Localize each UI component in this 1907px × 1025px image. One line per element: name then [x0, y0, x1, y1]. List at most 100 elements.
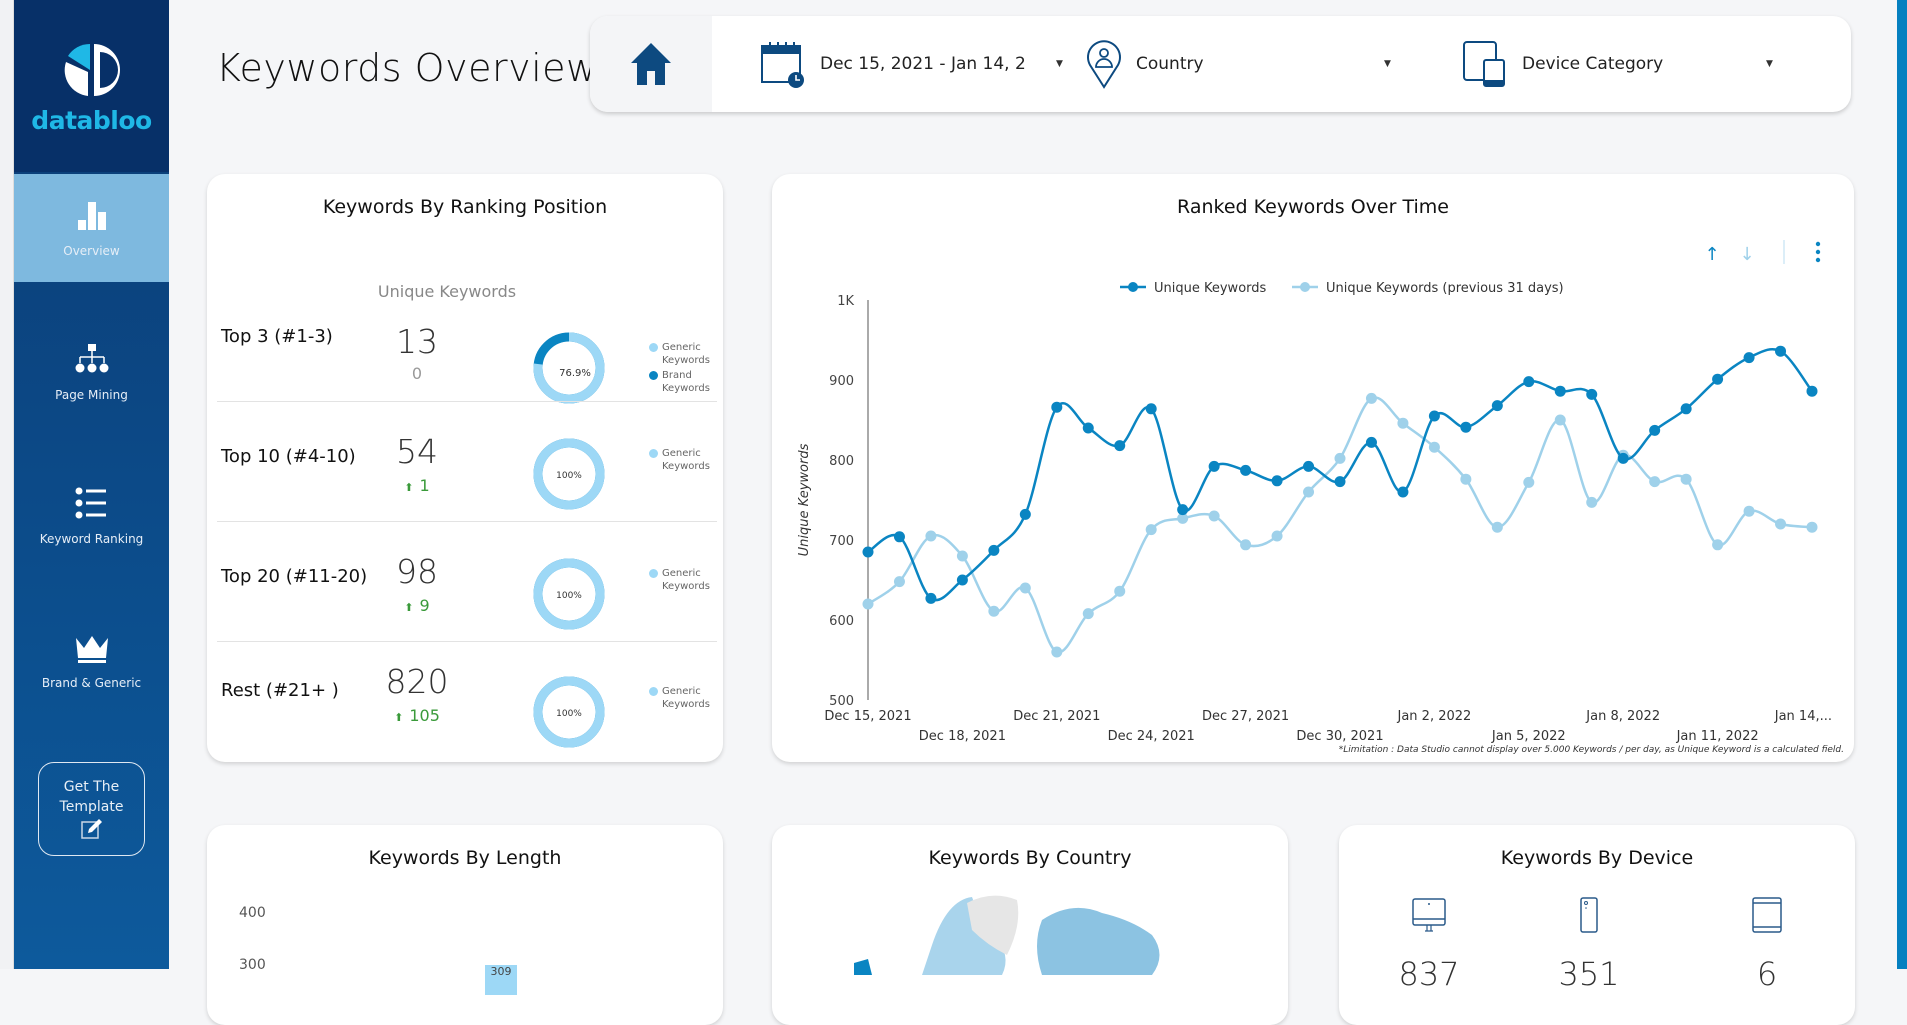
data-point[interactable] [1019, 582, 1031, 594]
device-mobile[interactable]: 351 [1539, 897, 1639, 993]
data-point[interactable] [1649, 476, 1661, 488]
data-point[interactable] [1177, 504, 1189, 516]
data-point[interactable] [1208, 460, 1220, 472]
data-point[interactable] [1743, 505, 1755, 517]
data-point[interactable] [1428, 410, 1440, 422]
home-button[interactable] [590, 16, 712, 112]
legend-item: Brand Keywords [649, 370, 722, 395]
data-point[interactable] [1491, 400, 1503, 412]
date-range-filter[interactable]: Dec 15, 2021 - Jan 14, 2022 ▼ [712, 16, 1082, 112]
generic-brand-donut[interactable]: 100% [529, 434, 609, 514]
map-region-highlight[interactable] [854, 959, 872, 975]
more-vert-icon[interactable] [1815, 249, 1821, 255]
sidebar-item-overview[interactable]: Overview [14, 174, 169, 282]
data-point[interactable] [1082, 608, 1094, 620]
ranking-row[interactable]: Rest (#21+ ) 820 ⬆ 105 100% Generic Keywo… [217, 632, 717, 750]
data-point[interactable] [1554, 414, 1566, 426]
generic-brand-donut[interactable]: 76.9% [529, 328, 609, 408]
sidebar-item-page-mining[interactable]: Page Mining [14, 318, 169, 426]
data-point[interactable] [1680, 403, 1692, 415]
series-line-previous[interactable] [867, 396, 1813, 654]
data-point[interactable] [925, 530, 937, 542]
data-point[interactable] [1365, 436, 1377, 448]
data-point[interactable] [1775, 518, 1787, 530]
data-point[interactable] [1334, 452, 1346, 464]
world-map[interactable] [772, 825, 1288, 1025]
data-point[interactable] [1271, 475, 1283, 487]
legend-label[interactable]: Unique Keywords (previous 31 days) [1326, 281, 1564, 296]
legend-label[interactable]: Unique Keywords [1154, 281, 1267, 296]
data-point[interactable] [893, 531, 905, 543]
data-point[interactable] [1491, 521, 1503, 533]
sidebar-item-keyword-ranking[interactable]: Keyword Ranking [14, 462, 169, 570]
data-point[interactable] [1806, 521, 1818, 533]
data-point[interactable] [925, 592, 937, 604]
data-point[interactable] [1114, 585, 1126, 597]
generic-brand-donut[interactable]: 100% [529, 554, 609, 634]
data-point[interactable] [1334, 476, 1346, 488]
data-point[interactable] [1208, 510, 1220, 522]
device-category-filter[interactable]: Device Category ▼ [1462, 16, 1842, 112]
data-point[interactable] [988, 605, 1000, 617]
ranking-row[interactable]: Top 3 (#1-3) 13 0 76.9% Generic Keywords… [217, 284, 717, 404]
data-point[interactable] [1554, 385, 1566, 397]
data-point[interactable] [893, 576, 905, 588]
right-scrollbar[interactable] [1897, 0, 1907, 969]
country-filter[interactable]: Country ▼ [1082, 16, 1462, 112]
data-point[interactable] [1240, 539, 1252, 551]
bar[interactable]: 309 [485, 965, 517, 995]
device-desktop[interactable]: 837 [1379, 897, 1479, 993]
ranking-row[interactable]: Top 10 (#4-10) 54 ⬆ 1 100% Generic Keywor… [217, 404, 717, 522]
data-point[interactable] [1397, 486, 1409, 498]
more-vert-icon[interactable] [1815, 241, 1821, 247]
data-point[interactable] [1019, 508, 1031, 520]
data-point[interactable] [956, 574, 968, 586]
data-point[interactable] [1082, 422, 1094, 434]
data-point[interactable] [1806, 385, 1818, 397]
sidebar-item-brand-generic[interactable]: Brand & Generic [14, 606, 169, 714]
data-point[interactable] [1145, 524, 1157, 536]
chevron-down-icon: ▼ [1766, 59, 1773, 69]
data-point[interactable] [1051, 401, 1063, 413]
data-point[interactable] [1397, 417, 1409, 429]
data-point[interactable] [1712, 373, 1724, 385]
map-region-eurasia[interactable] [1037, 907, 1160, 975]
data-point[interactable] [862, 546, 874, 558]
data-point[interactable] [1240, 464, 1252, 476]
data-point[interactable] [1303, 486, 1315, 498]
data-point[interactable] [1271, 530, 1283, 542]
device-tablet[interactable]: 6 [1717, 897, 1817, 993]
data-point[interactable] [1523, 376, 1535, 388]
data-point[interactable] [1460, 421, 1472, 433]
data-point[interactable] [1114, 440, 1126, 452]
data-point[interactable] [1051, 646, 1063, 658]
generic-brand-donut[interactable]: 100% [529, 672, 609, 752]
arrow-up-icon[interactable]: ↑ [1704, 244, 1719, 265]
get-template-button[interactable]: Get The Template [38, 762, 145, 856]
data-point[interactable] [1586, 496, 1598, 508]
more-vert-icon[interactable] [1815, 257, 1821, 263]
legend-label: Generic Keywords [662, 568, 710, 592]
data-point[interactable] [862, 598, 874, 610]
arrow-down-icon[interactable]: ↓ [1739, 244, 1754, 265]
series-line-current[interactable] [867, 347, 1814, 602]
logo[interactable]: databloo [14, 0, 169, 172]
data-point[interactable] [1428, 441, 1440, 453]
data-point[interactable] [1649, 424, 1661, 436]
data-point[interactable] [1145, 403, 1157, 415]
data-point[interactable] [1680, 473, 1692, 485]
data-point[interactable] [1365, 392, 1377, 404]
data-point[interactable] [956, 550, 968, 562]
data-point[interactable] [988, 544, 1000, 556]
card-title: Keywords By Device [1500, 847, 1694, 869]
data-point[interactable] [1775, 345, 1787, 357]
data-point[interactable] [1617, 452, 1629, 464]
data-point[interactable] [1743, 352, 1755, 364]
data-point[interactable] [1303, 460, 1315, 472]
data-point[interactable] [1712, 539, 1724, 551]
data-point[interactable] [1460, 473, 1472, 485]
date-range-value: Dec 15, 2021 - Jan 14, 2022 [820, 54, 1025, 74]
data-point[interactable] [1586, 388, 1598, 400]
data-point[interactable] [1523, 476, 1535, 488]
ranking-row[interactable]: Top 20 (#11-20) 98 ⬆ 9 100% Generic Keywo… [217, 524, 717, 642]
